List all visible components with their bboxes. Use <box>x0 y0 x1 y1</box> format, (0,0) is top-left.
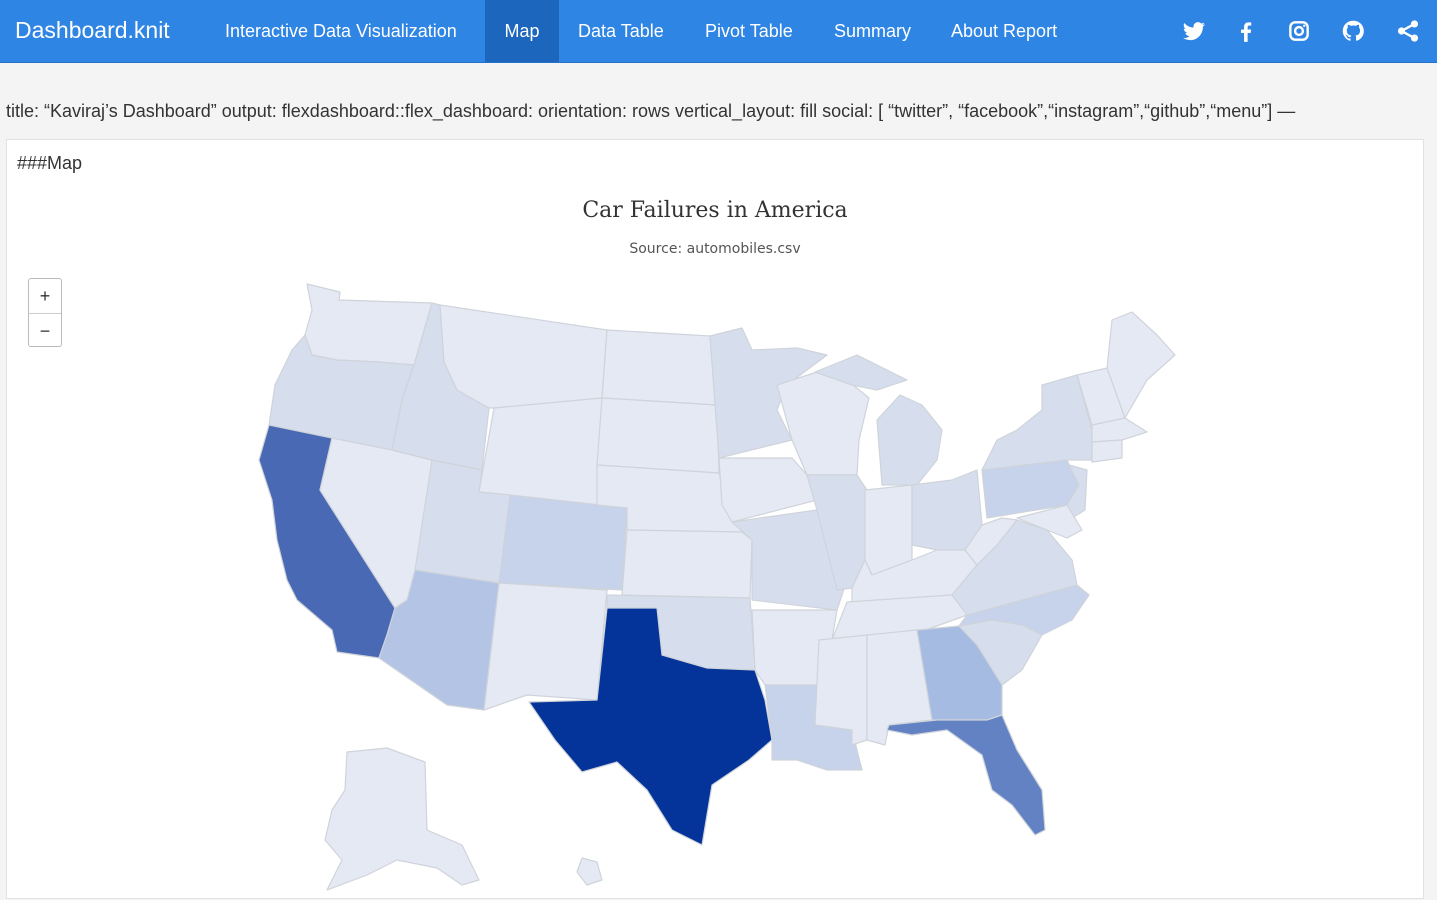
state-michigan <box>876 394 943 486</box>
tab-summary[interactable]: Summary <box>815 0 930 62</box>
twitter-icon[interactable] <box>1181 18 1207 44</box>
zoom-control: + − <box>28 278 62 347</box>
state-colorado <box>498 494 628 591</box>
map-title: Car Failures in America <box>582 198 848 223</box>
state-hawaii <box>576 857 603 886</box>
map-panel: ###Map Car Failures in America Source: a… <box>6 139 1424 899</box>
tab-map[interactable]: Map <box>485 0 559 62</box>
map-subtitle: Source: automobiles.csv <box>629 241 801 257</box>
state-north-dakota <box>601 329 718 406</box>
tab-pivot-table[interactable]: Pivot Table <box>686 0 812 62</box>
tab-interactive-data-visualization[interactable]: Interactive Data Visualization <box>206 0 476 62</box>
tab-data-table[interactable]: Data Table <box>559 0 683 62</box>
instagram-icon[interactable] <box>1286 18 1312 44</box>
brand-title[interactable]: Dashboard.knit <box>15 17 170 44</box>
state-south-dakota <box>596 397 720 474</box>
state-florida <box>886 714 1046 836</box>
state-connecticut <box>1091 439 1123 463</box>
state-new-mexico <box>483 582 608 711</box>
state-kansas <box>621 529 753 599</box>
state-montana <box>439 304 608 409</box>
state-alaska <box>324 747 480 891</box>
state-wyoming <box>478 397 603 506</box>
state-washington <box>304 283 433 366</box>
zoom-in-button[interactable]: + <box>29 279 61 314</box>
top-navbar: Dashboard.knit Interactive Data Visualiz… <box>0 0 1437 63</box>
state-new-york <box>981 374 1093 471</box>
zoom-out-button[interactable]: − <box>29 314 61 348</box>
share-icon[interactable] <box>1395 18 1421 44</box>
tab-about-report[interactable]: About Report <box>932 0 1076 62</box>
github-icon[interactable] <box>1340 18 1366 44</box>
state-ohio <box>911 469 983 551</box>
state-indiana <box>864 484 913 576</box>
facebook-icon[interactable] <box>1233 18 1259 44</box>
yaml-header-text: title: “Kaviraj’s Dashboard” output: fle… <box>6 101 1296 121</box>
